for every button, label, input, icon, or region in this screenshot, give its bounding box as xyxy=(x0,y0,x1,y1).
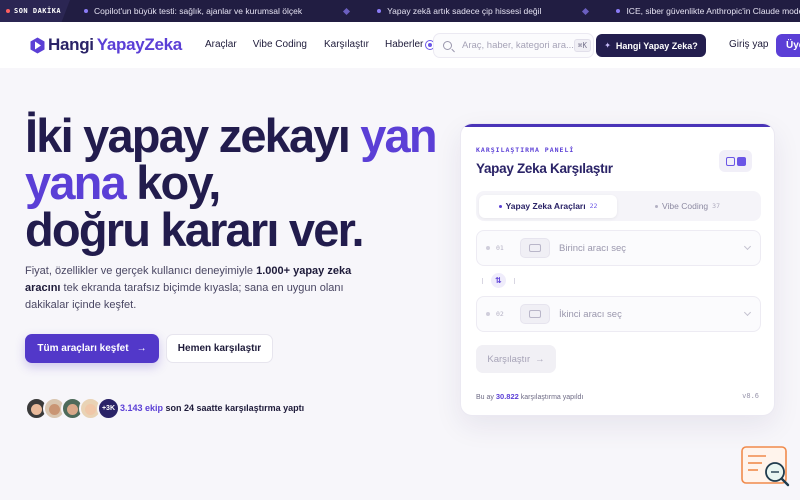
breaking-news-badge: SON DAKİKA xyxy=(0,0,70,22)
monthly-compare-count: Bu ay 30.822 karşılaştırma yapıldı xyxy=(476,392,584,401)
search-box[interactable]: ⌘K xyxy=(433,33,594,58)
square-outline-icon xyxy=(725,156,735,166)
swap-row: ⇅ xyxy=(482,273,515,288)
news-ticker: SON DAKİKA Copilot'un büyük testi: sağlı… xyxy=(0,0,800,22)
chevron-down-icon xyxy=(743,308,752,317)
avatar-face-icon xyxy=(31,404,42,415)
panel-title: Yapay Zeka Karşılaştır xyxy=(476,161,613,176)
dot-icon xyxy=(498,204,502,208)
nav-link-tools[interactable]: Araçlar xyxy=(205,39,237,50)
diamond-separator-icon xyxy=(582,7,590,15)
search-icon xyxy=(443,41,452,50)
bullet-icon xyxy=(616,9,621,13)
sparkle-icon: ✦ xyxy=(604,41,611,50)
hero-title: İki yapay zekayı yan yana koy, doğru kar… xyxy=(25,109,438,256)
search-shortcut: ⌘K xyxy=(573,39,591,52)
ticker-item[interactable]: Copilot'un büyük testi: sağlık, ajanlar … xyxy=(84,6,302,16)
signup-button[interactable]: Üye ol xyxy=(776,34,800,57)
slot-number: 02 xyxy=(496,310,504,318)
avatar-face-icon xyxy=(49,404,60,415)
compare-now-button[interactable]: Hemen karşılaştır xyxy=(166,334,273,363)
first-tool-placeholder: Birinci aracı seç xyxy=(559,242,627,254)
explore-all-tools-label: Tüm araçları keşfet xyxy=(37,343,129,354)
tab-count: 22 xyxy=(589,202,598,210)
logo-hex-icon xyxy=(30,37,45,53)
live-dot-icon xyxy=(6,9,10,13)
compare-button-label: Karşılaştır xyxy=(487,353,531,365)
logo-text-accent: YapayZeka xyxy=(96,35,183,54)
social-proof: 3.143 ekip son 24 saatte karşılaştırma y… xyxy=(120,403,305,413)
breaking-news-label: SON DAKİKA xyxy=(14,7,62,15)
divider xyxy=(514,277,515,284)
tab-ai-tools[interactable]: Yapay Zeka Araçları 22 xyxy=(479,194,617,218)
divider xyxy=(482,277,483,284)
swap-icon[interactable]: ⇅ xyxy=(491,273,506,288)
avatar-face-icon xyxy=(67,404,78,415)
first-tool-select[interactable]: 01 Birinci aracı seç xyxy=(476,230,761,266)
nav-link-compare[interactable]: Karşılaştır xyxy=(324,39,369,50)
compare-button[interactable]: Karşılaştır → xyxy=(476,345,556,373)
dot-icon xyxy=(655,204,658,208)
nav-link-news[interactable]: Haberler xyxy=(385,39,436,50)
diamond-separator-icon xyxy=(343,7,351,15)
ticker-track: Copilot'un büyük testi: sağlık, ajanlar … xyxy=(84,0,800,22)
second-tool-select[interactable]: 02 İkinci aracı seç xyxy=(476,296,761,332)
panel-kicker: KARŞILAŞTIRMA PANELİ xyxy=(476,146,575,154)
arrow-right-icon: → xyxy=(535,353,545,365)
square-filled-icon xyxy=(736,156,746,166)
second-tool-placeholder: İkinci aracı seç xyxy=(559,308,622,320)
which-ai-label: Hangi Yapay Zeka? xyxy=(615,40,698,51)
login-link[interactable]: Giriş yap xyxy=(729,39,768,50)
nav-link-news-label: Haberler xyxy=(385,39,424,50)
dot-icon xyxy=(486,312,490,316)
ticker-item[interactable]: Yapay zekâ artık sadece çip hissesi deği… xyxy=(377,6,541,16)
category-tabs: Yapay Zeka Araçları 22 Vibe Coding 37 xyxy=(476,191,761,221)
dot-icon xyxy=(486,246,490,250)
logo-text-dark: Hangi xyxy=(48,35,94,54)
avatar-face-icon xyxy=(85,404,96,415)
view-toggle[interactable] xyxy=(719,150,752,172)
feedback-widget-icon[interactable] xyxy=(740,445,792,489)
bullet-icon xyxy=(84,9,88,13)
slot-number: 01 xyxy=(496,244,504,252)
avatar-more-count: +3K xyxy=(97,397,120,420)
top-nav: Hangi YapayZeka Araçlar Vibe Coding Karşı… xyxy=(0,22,800,68)
tool-placeholder-icon xyxy=(520,304,550,324)
hero-description: Fiyat, özellikler ve gerçek kullanıcı de… xyxy=(25,265,352,311)
tab-count: 37 xyxy=(712,202,720,210)
avatar-stack: +3K xyxy=(25,397,120,420)
search-input[interactable] xyxy=(462,40,580,51)
which-ai-button[interactable]: ✦ Hangi Yapay Zeka? xyxy=(596,34,706,57)
site-logo[interactable]: Hangi YapayZeka xyxy=(30,35,182,55)
compare-panel: KARŞILAŞTIRMA PANELİ Yapay Zeka Karşılaş… xyxy=(460,123,775,416)
nav-link-vibe-coding[interactable]: Vibe Coding xyxy=(253,39,307,50)
arrow-right-icon: → xyxy=(136,343,147,354)
ticker-item[interactable]: ICE, siber güvenlikte Anthropic'in Claud… xyxy=(616,6,800,16)
explore-all-tools-button[interactable]: Tüm araçları keşfet → xyxy=(25,334,159,363)
tab-vibe-coding[interactable]: Vibe Coding 37 xyxy=(617,195,758,218)
chevron-down-icon xyxy=(743,242,752,251)
tool-placeholder-icon xyxy=(520,238,550,258)
version-label: v8.6 xyxy=(742,392,759,400)
bullet-icon xyxy=(377,9,382,13)
nav-links: Araçlar Vibe Coding Karşılaştır Haberler xyxy=(205,39,436,50)
